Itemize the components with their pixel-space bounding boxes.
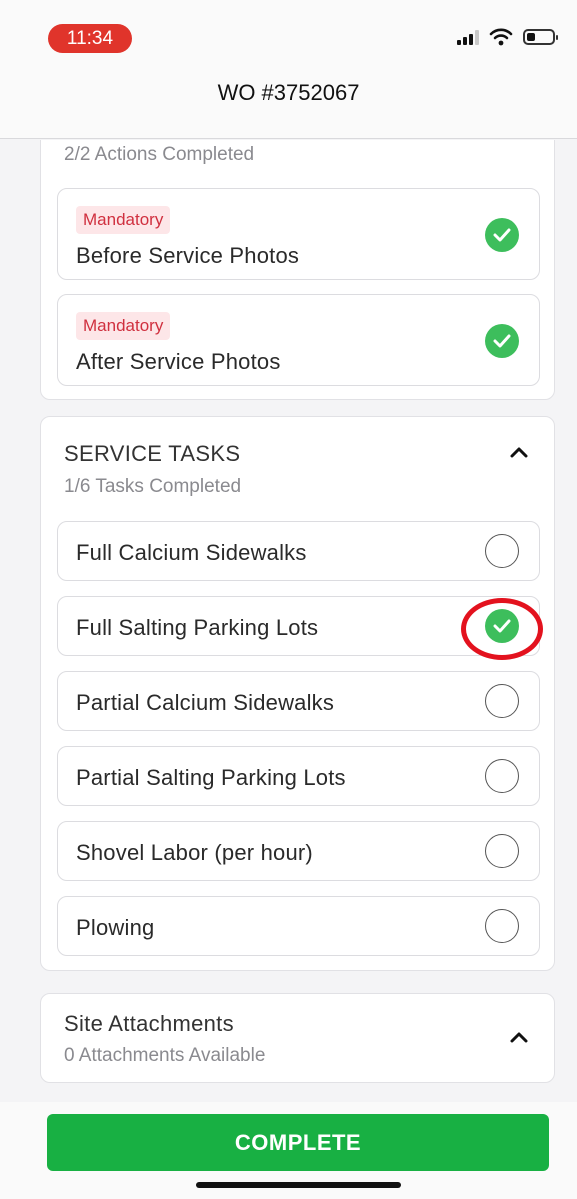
unchecked-circle-icon[interactable]: [485, 909, 519, 943]
highlight-annotation: [461, 598, 543, 660]
chevron-up-icon[interactable]: [508, 441, 530, 463]
site-attachments-subtitle: 0 Attachments Available: [64, 1045, 266, 1066]
unchecked-circle-icon[interactable]: [485, 684, 519, 718]
service-tasks-title: SERVICE TASKS: [64, 441, 241, 466]
status-time: 11:34: [48, 24, 132, 53]
mandatory-badge: Mandatory: [76, 312, 171, 340]
signal-icon: [457, 29, 479, 45]
wifi-icon: [489, 28, 513, 46]
service-tasks-progress: 1/6 Tasks Completed: [64, 476, 242, 497]
task-item-label: Shovel Labor (per hour): [76, 840, 313, 865]
site-attachments-title: Site Attachments: [64, 1011, 234, 1036]
checkmark-icon: [485, 324, 519, 358]
action-item-after-photos[interactable]: Mandatory After Service Photos: [57, 294, 540, 386]
checkmark-icon: [485, 218, 519, 252]
complete-button[interactable]: COMPLETE: [47, 1114, 549, 1171]
task-item-label: Partial Salting Parking Lots: [76, 765, 346, 790]
unchecked-circle-icon[interactable]: [485, 534, 519, 568]
actions-card: 2/2 Actions Completed Mandatory Before S…: [40, 140, 555, 400]
chevron-up-icon[interactable]: [508, 1026, 530, 1048]
task-item[interactable]: Full Calcium Sidewalks: [57, 521, 540, 581]
actions-progress: 2/2 Actions Completed: [64, 144, 255, 165]
home-indicator[interactable]: [196, 1182, 401, 1188]
work-order-content[interactable]: 2/2 Actions Completed Mandatory Before S…: [0, 140, 577, 1102]
task-item[interactable]: Shovel Labor (per hour): [57, 821, 540, 881]
status-icons: [457, 28, 558, 46]
task-item-label: Partial Calcium Sidewalks: [76, 690, 335, 715]
service-tasks-card: SERVICE TASKS 1/6 Tasks Completed Full C…: [40, 416, 555, 971]
action-item-label: Before Service Photos: [76, 243, 300, 268]
action-item-before-photos[interactable]: Mandatory Before Service Photos: [57, 188, 540, 280]
top-bar: 11:34 WO #3752067: [0, 0, 577, 139]
page-title: WO #3752067: [217, 80, 360, 105]
site-attachments-card[interactable]: Site Attachments 0 Attachments Available: [40, 993, 555, 1083]
unchecked-circle-icon[interactable]: [485, 834, 519, 868]
action-item-label: After Service Photos: [76, 349, 281, 374]
bottom-bar: COMPLETE: [0, 1102, 577, 1199]
task-item[interactable]: Partial Salting Parking Lots: [57, 746, 540, 806]
task-item[interactable]: Partial Calcium Sidewalks: [57, 671, 540, 731]
task-item[interactable]: Plowing: [57, 896, 540, 956]
task-item-label: Plowing: [76, 915, 155, 940]
battery-icon: [523, 29, 558, 45]
unchecked-circle-icon[interactable]: [485, 759, 519, 793]
mandatory-badge: Mandatory: [76, 206, 171, 234]
task-item-label: Full Salting Parking Lots: [76, 615, 319, 640]
task-item-label: Full Calcium Sidewalks: [76, 540, 307, 565]
